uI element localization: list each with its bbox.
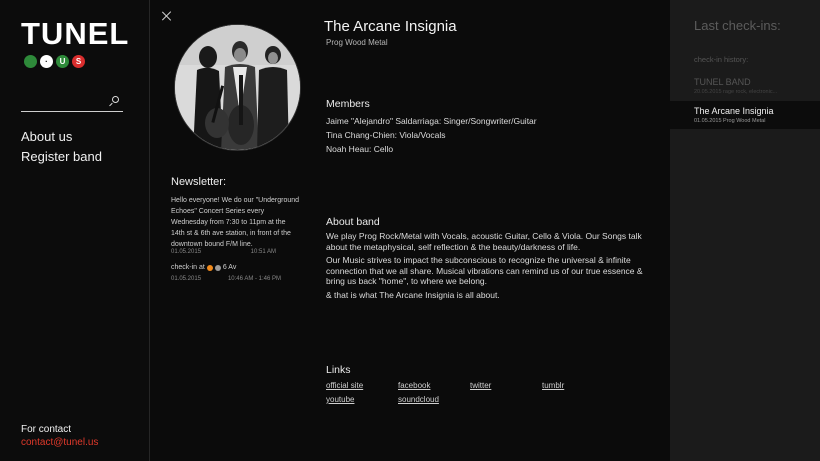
- checkin-item-name: The Arcane Insignia: [694, 106, 774, 116]
- orange-line-dot-icon: [206, 264, 213, 271]
- nav-about-us[interactable]: About us: [21, 127, 102, 147]
- u-line-icon: U: [56, 55, 69, 68]
- band-name: The Arcane Insignia: [324, 18, 457, 35]
- member-item: Tina Chang-Chien: Viola/Vocals: [326, 130, 446, 140]
- newsletter-text: Hello everyone! We do our "Underground E…: [171, 197, 300, 248]
- link-official-site[interactable]: official site: [326, 381, 398, 390]
- logo-dots: · U S: [24, 55, 85, 68]
- checkin-history-label: check-in history:: [694, 55, 749, 64]
- link-tumblr[interactable]: tumblr: [542, 381, 614, 390]
- close-icon[interactable]: [161, 10, 173, 22]
- link-facebook[interactable]: facebook: [398, 381, 470, 390]
- checkin-meta: 01.05.2015 10:46 AM - 1:46 PM: [171, 276, 281, 282]
- white-dot-icon: ·: [40, 55, 53, 68]
- about-title: About band: [326, 216, 380, 228]
- newsletter-date: 01.05.2015: [171, 249, 202, 255]
- contact-block: For contact contact@tunel.us: [21, 424, 98, 450]
- checkin-station: 6 Av: [222, 264, 237, 271]
- main-nav: About us Register band: [21, 127, 102, 167]
- checkin-item-name: TUNEL BAND: [694, 77, 751, 87]
- band-photo: [174, 24, 301, 151]
- nav-register-band[interactable]: Register band: [21, 147, 102, 167]
- about-text: We play Prog Rock/Metal with Vocals, aco…: [326, 231, 646, 303]
- checkin-item-selected[interactable]: The Arcane Insignia 01.05.2015 Prog Wood…: [670, 101, 820, 129]
- newsletter-meta: 01.05.2015 10:51 AM: [171, 249, 276, 255]
- about-paragraph: & that is what The Arcane Insignia is al…: [326, 289, 500, 300]
- about-paragraph: We play Prog Rock/Metal with Vocals, aco…: [326, 231, 642, 252]
- checkins-title: Last check-ins:: [694, 18, 781, 33]
- members-list: Jaime "Alejandro" Saldarriaga: Singer/So…: [326, 114, 537, 156]
- checkin-item[interactable]: TUNEL BAND 20.05.2015 rage rock, electro…: [670, 76, 820, 100]
- about-paragraph: Our Music strives to impact the subconsc…: [326, 255, 643, 286]
- search-input[interactable]: [21, 92, 123, 112]
- checkin-label: check-in at: [171, 264, 205, 271]
- members-title: Members: [326, 98, 370, 110]
- link-youtube[interactable]: youtube: [326, 395, 398, 404]
- band-detail: Newsletter: Hello everyone! We do our "U…: [150, 0, 670, 461]
- checkin-time: 10:46 AM - 1:46 PM: [227, 276, 281, 282]
- sidebar: TUNEL · U S About us Register band For c…: [0, 0, 150, 461]
- checkin-date: 01.05.2015: [171, 276, 202, 282]
- checkin-line: check-in at 6 Av: [171, 264, 236, 271]
- contact-label: For contact: [21, 424, 72, 435]
- link-soundcloud[interactable]: soundcloud: [398, 395, 470, 404]
- link-twitter[interactable]: twitter: [470, 381, 542, 390]
- links-title: Links: [326, 364, 351, 376]
- member-item: Noah Heau: Cello: [326, 144, 394, 154]
- member-item: Jaime "Alejandro" Saldarriaga: Singer/So…: [326, 116, 537, 126]
- search-icon[interactable]: [112, 96, 119, 103]
- band-genre: Prog Wood Metal: [326, 38, 388, 47]
- newsletter-time: 10:51 AM: [250, 249, 276, 255]
- contact-email[interactable]: contact@tunel.us: [21, 436, 98, 450]
- links-list: official site facebook twitter tumblr yo…: [326, 381, 614, 404]
- train-dot-icon: [24, 55, 37, 68]
- checkins-panel: Last check-ins: check-in history: TUNEL …: [670, 0, 820, 461]
- newsletter-title: Newsletter:: [171, 176, 227, 188]
- s-line-icon: S: [72, 55, 85, 68]
- checkin-item-meta: 01.05.2015 Prog Wood Metal: [694, 118, 766, 124]
- logo[interactable]: TUNEL: [21, 18, 129, 49]
- grey-line-dot-icon: [214, 264, 221, 271]
- checkin-item-meta: 20.05.2015 rage rock, electronic...: [694, 89, 778, 95]
